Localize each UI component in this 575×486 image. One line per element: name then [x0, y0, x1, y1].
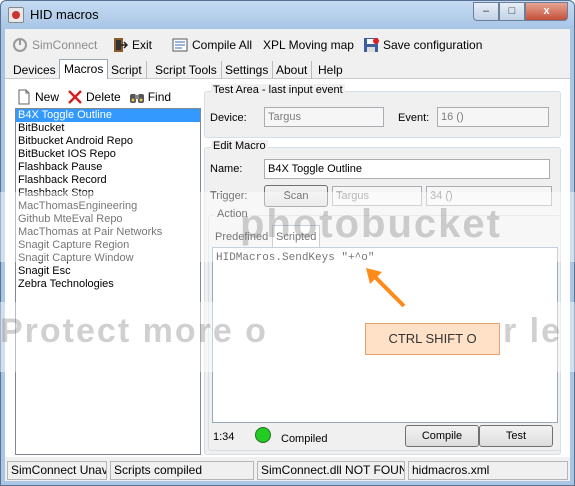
trigger-label: Trigger:: [210, 190, 248, 202]
exit-icon: [112, 37, 129, 53]
tab-script-tools[interactable]: Script Tools: [151, 61, 222, 79]
simconnect-icon: [12, 37, 28, 53]
macro-list-item[interactable]: Flashback Record: [16, 174, 200, 187]
compile-button[interactable]: Compile: [405, 425, 479, 447]
macro-list-item[interactable]: Github MteEval Repo: [16, 213, 200, 226]
new-macro-button[interactable]: New: [16, 88, 59, 106]
tab-devices[interactable]: Devices: [9, 61, 61, 79]
macro-list-item[interactable]: Snagit Esc: [16, 265, 200, 278]
simconnect-button[interactable]: SimConnect: [12, 36, 97, 54]
status-scripts: Scripts compiled: [110, 461, 254, 480]
event-field: 16 (): [437, 107, 549, 127]
macro-list-item[interactable]: MacThomasEngineering: [16, 200, 200, 213]
macro-list-item[interactable]: BitBucket: [16, 122, 200, 135]
test-area-legend: Test Area - last input event: [211, 84, 345, 96]
event-label: Event:: [398, 112, 430, 124]
test-button[interactable]: Test: [479, 425, 553, 447]
app-icon: [8, 7, 24, 23]
compile-status-icon: [255, 427, 271, 443]
delete-icon: [67, 89, 83, 105]
status-bar: SimConnect Unav Scripts compiled SimConn…: [7, 461, 570, 481]
annotation-callout: CTRL SHIFT O: [365, 323, 500, 355]
compile-icon: [172, 37, 188, 53]
macro-list-item[interactable]: BitBucket IOS Repo: [16, 148, 200, 161]
trigger-device-field: Targus: [332, 186, 422, 206]
binoculars-icon: [129, 89, 145, 105]
macro-list-item[interactable]: Zebra Technologies: [16, 278, 200, 291]
minimize-button[interactable]: –: [473, 2, 499, 21]
device-field: Targus: [264, 107, 384, 127]
name-label: Name:: [210, 163, 243, 175]
save-config-button[interactable]: Save configuration: [363, 36, 482, 54]
macro-list-item[interactable]: MacThomas at Pair Networks: [16, 226, 200, 239]
script-code: HIDMacros.SendKeys "+^o": [216, 252, 375, 264]
macro-name-input[interactable]: B4X Toggle Outline: [264, 159, 550, 179]
find-macro-button[interactable]: Find: [129, 88, 171, 106]
compile-all-button[interactable]: Compile All: [172, 36, 252, 54]
main-toolbar: SimConnect Exit Compile All XPL Moving m…: [5, 29, 570, 59]
save-icon: [363, 37, 379, 53]
main-tabs: Devices Macros Script Script Tools Setti…: [5, 59, 570, 80]
window-title: HID macros: [30, 7, 99, 22]
compile-status: Compiled: [281, 433, 328, 445]
window-controls: – □ x: [473, 2, 568, 21]
status-dll: SimConnect.dll NOT FOUN: [257, 461, 405, 480]
macro-list-item[interactable]: Bitbucket Android Repo: [16, 135, 200, 148]
macro-list-item[interactable]: B4X Toggle Outline: [16, 109, 200, 122]
edit-macro-legend: Edit Macro: [211, 140, 268, 152]
new-document-icon: [16, 89, 32, 105]
annotation-arrow: [366, 268, 406, 308]
client-area: SimConnect Exit Compile All XPL Moving m…: [5, 29, 570, 481]
exit-button[interactable]: Exit: [112, 36, 152, 54]
tab-scripted[interactable]: Scripted: [272, 225, 321, 249]
tab-predefined[interactable]: Predefined: [212, 228, 271, 248]
macro-list-item[interactable]: Flashback Stop: [16, 187, 200, 200]
app-window: HID macros – □ x SimConnect Exit Compile…: [0, 0, 575, 486]
tab-settings[interactable]: Settings: [221, 61, 274, 79]
macro-list-item[interactable]: Snagit Capture Region: [16, 239, 200, 252]
maximize-button[interactable]: □: [499, 2, 525, 21]
tab-script[interactable]: Script: [107, 61, 147, 79]
status-file: hidmacros.xml: [408, 461, 568, 480]
macro-list-item[interactable]: Snagit Capture Window: [16, 252, 200, 265]
trigger-event-field: 34 (): [426, 186, 552, 206]
device-label: Device:: [210, 112, 247, 124]
close-button[interactable]: x: [525, 2, 568, 21]
macro-list-item[interactable]: Flashback Pause: [16, 161, 200, 174]
action-legend: Action: [215, 208, 250, 220]
tab-macros[interactable]: Macros: [59, 59, 109, 80]
tab-help[interactable]: Help: [314, 61, 347, 79]
tab-about[interactable]: About: [272, 61, 313, 79]
macro-list[interactable]: B4X Toggle Outline BitBucket Bitbucket And…: [15, 108, 201, 455]
xpl-map-button[interactable]: XPL Moving map: [263, 36, 354, 54]
list-toolbar: New Delete Find: [16, 88, 171, 106]
delete-macro-button[interactable]: Delete: [67, 88, 121, 106]
title-bar: HID macros – □ x: [1, 1, 574, 29]
cursor-position: 1:34: [213, 431, 235, 443]
status-simconnect: SimConnect Unav: [7, 461, 107, 480]
scan-button[interactable]: Scan: [264, 185, 328, 207]
